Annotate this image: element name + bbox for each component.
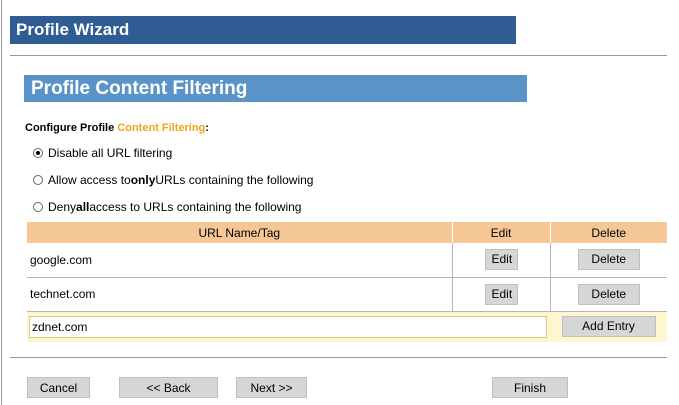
option-allow-only[interactable]: Allow access to only URLs containing the… bbox=[33, 172, 313, 188]
delete-cell: Delete bbox=[549, 277, 667, 312]
bottom-divider bbox=[10, 357, 667, 358]
left-border bbox=[1, 0, 2, 405]
finish-button[interactable]: Finish bbox=[492, 377, 568, 398]
column-header-delete: Delete bbox=[549, 222, 667, 243]
cancel-button[interactable]: Cancel bbox=[27, 377, 90, 398]
option-allow-only-label-start: Allow access to bbox=[48, 173, 131, 187]
wizard-title: Profile Wizard bbox=[10, 16, 516, 44]
edit-button[interactable]: Edit bbox=[484, 283, 518, 305]
configure-label-prefix: Configure Profile bbox=[25, 122, 118, 134]
option-deny-all[interactable]: Deny all access to URLs containing the f… bbox=[33, 199, 301, 215]
radio-deny-all[interactable] bbox=[33, 202, 43, 212]
delete-button[interactable]: Delete bbox=[577, 283, 640, 305]
next-button[interactable]: Next >> bbox=[236, 377, 307, 398]
table-header-row: URL Name/Tag Edit Delete bbox=[27, 222, 667, 243]
edit-cell: Edit bbox=[451, 243, 550, 278]
url-cell: google.com bbox=[27, 243, 452, 278]
option-allow-only-label-end: URLs containing the following bbox=[155, 173, 314, 187]
option-disable-filtering[interactable]: Disable all URL filtering bbox=[33, 145, 172, 161]
url-table: URL Name/Tag Edit Delete google.com Edit… bbox=[27, 222, 667, 342]
column-header-url: URL Name/Tag bbox=[27, 222, 452, 243]
edit-cell: Edit bbox=[451, 277, 550, 312]
option-disable-filtering-label: Disable all URL filtering bbox=[48, 146, 173, 160]
radio-disable-filtering[interactable] bbox=[33, 148, 43, 158]
add-entry-cell: Add Entry bbox=[550, 311, 667, 342]
radio-allow-only[interactable] bbox=[33, 175, 43, 185]
option-allow-only-label-bold: only bbox=[130, 173, 156, 187]
configure-label-suffix: : bbox=[205, 122, 209, 134]
url-cell: technet.com bbox=[27, 277, 452, 312]
url-entry-input[interactable] bbox=[29, 315, 547, 338]
top-divider bbox=[10, 55, 667, 56]
delete-cell: Delete bbox=[549, 243, 667, 278]
section-title: Profile Content Filtering bbox=[24, 75, 527, 102]
option-deny-all-label-end: access to URLs containing the following bbox=[89, 200, 302, 214]
option-deny-all-label-start: Deny bbox=[48, 200, 77, 214]
table-row: technet.com Edit Delete bbox=[27, 277, 667, 312]
new-entry-row: Add Entry bbox=[27, 311, 667, 342]
back-button[interactable]: << Back bbox=[119, 377, 218, 398]
edit-button[interactable]: Edit bbox=[484, 249, 518, 271]
add-entry-button[interactable]: Add Entry bbox=[561, 316, 656, 338]
configure-label: Configure Profile Content Filtering: bbox=[25, 122, 209, 134]
table-row: google.com Edit Delete bbox=[27, 243, 667, 278]
configure-label-accent: Content Filtering bbox=[117, 122, 206, 134]
new-entry-cell bbox=[27, 311, 550, 342]
column-header-edit: Edit bbox=[451, 222, 550, 243]
delete-button[interactable]: Delete bbox=[577, 249, 640, 271]
option-deny-all-label-bold: all bbox=[76, 200, 90, 214]
